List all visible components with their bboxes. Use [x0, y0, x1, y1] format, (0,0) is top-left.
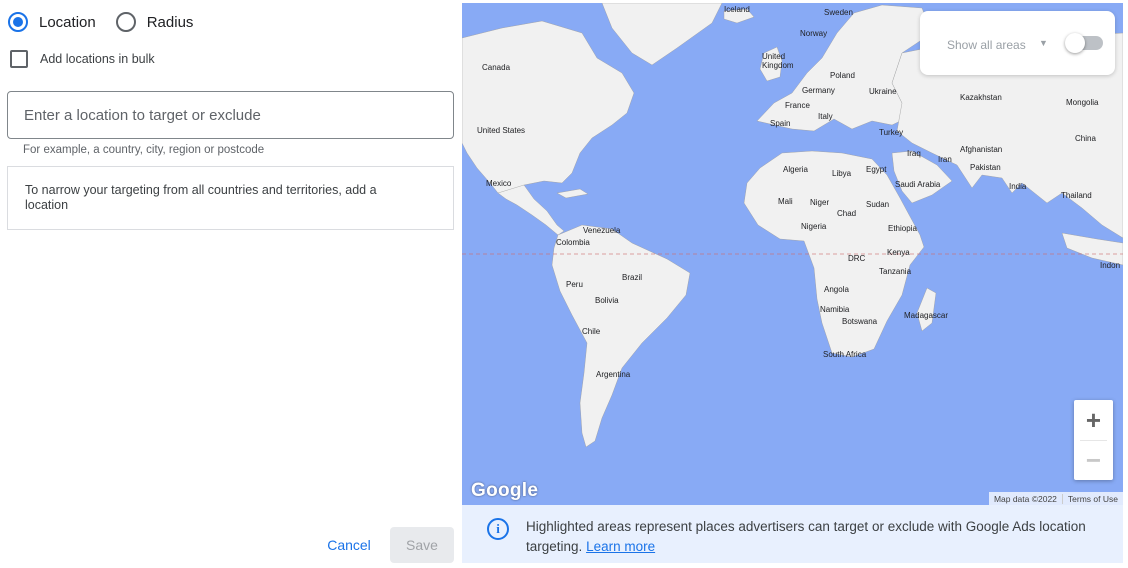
- learn-more-link[interactable]: Learn more: [586, 539, 655, 554]
- map-label: Niger: [810, 198, 830, 207]
- map-label: Thailand: [1061, 191, 1092, 200]
- map-label: United States: [477, 126, 526, 135]
- radius-radio[interactable]: Radius: [115, 12, 194, 32]
- map-data-credit: Map data ©2022: [993, 493, 1057, 504]
- map-label: Peru: [566, 280, 583, 289]
- map-label: Iceland: [724, 5, 750, 14]
- map-label: Ukraine: [869, 87, 897, 96]
- narrow-targeting-message: To narrow your targeting from all countr…: [7, 166, 454, 230]
- map-label: Botswana: [842, 317, 878, 326]
- cancel-button[interactable]: Cancel: [313, 527, 385, 563]
- zoom-out-button[interactable]: −: [1074, 440, 1113, 480]
- location-targeting-dialog: Location Radius Add locations in bulk Fo…: [0, 0, 1128, 568]
- map-label: Indon: [1100, 261, 1121, 270]
- info-icon: i: [487, 518, 509, 540]
- map-label: United Kingdom: [762, 52, 794, 70]
- map-label: Angola: [824, 285, 849, 294]
- world-map-graphic: [462, 3, 1123, 448]
- map-label: Italy: [818, 112, 833, 121]
- google-logo: Google: [471, 480, 539, 501]
- targeting-mode-group: Location Radius: [8, 12, 213, 32]
- radio-unselected-icon[interactable]: [115, 12, 136, 32]
- terms-of-use-link[interactable]: Terms of Use: [1061, 493, 1123, 504]
- map-label: India: [1009, 182, 1027, 191]
- dropdown-caret-icon[interactable]: ▼: [1039, 38, 1048, 48]
- map-label: Afghanistan: [960, 145, 1003, 154]
- radio-selected-icon[interactable]: [8, 12, 28, 32]
- location-radio[interactable]: Location: [8, 12, 96, 32]
- map-label: Norway: [800, 29, 828, 38]
- location-input-hint: For example, a country, city, region or …: [23, 144, 265, 156]
- targeting-panel: Location Radius Add locations in bulk Fo…: [0, 0, 462, 568]
- map-label: China: [1075, 134, 1096, 143]
- map-label: Canada: [482, 63, 511, 72]
- show-all-areas-label[interactable]: Show all areas: [947, 38, 1026, 52]
- map-label: Namibia: [820, 305, 850, 314]
- map-label: Egypt: [866, 165, 887, 174]
- map-label: Bolivia: [595, 296, 619, 305]
- radius-radio-label: Radius: [146, 13, 194, 31]
- bulk-locations-row[interactable]: Add locations in bulk: [10, 50, 155, 68]
- map-label: Poland: [830, 71, 855, 80]
- info-banner: i Highlighted areas represent places adv…: [462, 505, 1123, 563]
- map-label: Libya: [832, 169, 852, 178]
- map-label: Sudan: [866, 200, 890, 209]
- map-label: France: [785, 101, 810, 110]
- location-search-input[interactable]: [7, 91, 454, 139]
- map-label: South Africa: [823, 350, 867, 359]
- map-label: DRC: [848, 254, 866, 263]
- map-label: Iraq: [907, 149, 921, 158]
- map-label: Germany: [802, 86, 835, 95]
- show-all-areas-toggle[interactable]: [1065, 33, 1103, 53]
- map-label: Spain: [770, 119, 791, 128]
- map-label: Madagascar: [904, 311, 949, 320]
- zoom-controls: + −: [1074, 400, 1113, 480]
- map-label: Brazil: [622, 273, 643, 282]
- map-label: Chad: [837, 209, 857, 218]
- save-button[interactable]: Save: [390, 527, 454, 563]
- show-all-areas-card: Show all areas ▼: [920, 11, 1115, 75]
- toggle-knob[interactable]: [1065, 33, 1085, 53]
- map-label: Kazakhstan: [960, 93, 1002, 102]
- map-label: Venezuela: [583, 226, 621, 235]
- map-label: Sweden: [824, 8, 853, 17]
- map-label: Saudi Arabia: [895, 180, 941, 189]
- map-label: Algeria: [783, 165, 808, 174]
- world-map[interactable]: Iceland Sweden Norway Canada United King…: [462, 3, 1123, 505]
- map-label: Ethiopia: [888, 224, 917, 233]
- zoom-in-button[interactable]: +: [1074, 400, 1113, 440]
- info-banner-text: Highlighted areas represent places adver…: [526, 517, 1111, 557]
- map-label: Colombia: [556, 238, 590, 247]
- map-label: Kenya: [887, 248, 910, 257]
- map-label: Mali: [778, 197, 793, 206]
- location-radio-label: Location: [39, 13, 96, 31]
- map-label: Pakistan: [970, 163, 1001, 172]
- map-label: Iran: [938, 155, 952, 164]
- map-label: Chile: [582, 327, 601, 336]
- map-label: Nigeria: [801, 222, 827, 231]
- map-label: Tanzania: [879, 267, 912, 276]
- bulk-locations-label: Add locations in bulk: [40, 52, 155, 66]
- map-label: Turkey: [879, 128, 904, 137]
- map-label: Argentina: [596, 370, 631, 379]
- map-attribution: Map data ©2022 Terms of Use: [988, 492, 1123, 505]
- map-label: Mexico: [486, 179, 512, 188]
- map-label: Mongolia: [1066, 98, 1099, 107]
- bulk-locations-checkbox[interactable]: [10, 50, 28, 68]
